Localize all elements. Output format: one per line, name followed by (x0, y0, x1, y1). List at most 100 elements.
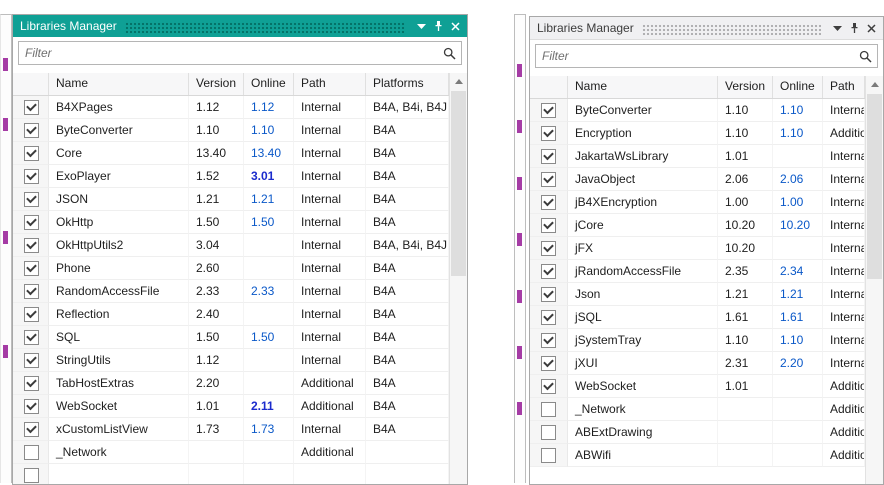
filter-input[interactable] (19, 42, 437, 64)
table-row[interactable]: ABExtDrawingAdditional (530, 421, 865, 444)
cell-online[interactable]: 1.10 (773, 122, 823, 145)
table-row[interactable]: jCore10.2010.20Internal (530, 214, 865, 237)
window-menu-button[interactable] (413, 18, 430, 34)
table-row[interactable]: RandomAccessFile2.332.33InternalB4A (13, 280, 449, 303)
table-row[interactable]: _NetworkAdditional (13, 441, 449, 464)
checkbox-checked[interactable] (24, 215, 39, 230)
table-row[interactable] (13, 464, 449, 484)
cell-online[interactable]: 1.61 (773, 306, 823, 329)
table-row[interactable]: Phone2.60InternalB4A (13, 257, 449, 280)
column-header-version[interactable]: Version (718, 76, 773, 98)
panel-titlebar[interactable]: Libraries Manager (530, 17, 883, 40)
cell-online[interactable]: 3.01 (244, 165, 294, 188)
table-row[interactable]: Reflection2.40InternalB4A (13, 303, 449, 326)
cell-online[interactable]: 1.21 (773, 283, 823, 306)
table-row[interactable]: JavaObject2.062.06Internal (530, 168, 865, 191)
cell-online[interactable]: 1.10 (773, 99, 823, 122)
cell-online[interactable]: 13.40 (244, 142, 294, 165)
checkbox-unchecked[interactable] (541, 448, 556, 463)
vertical-scrollbar[interactable] (865, 76, 883, 484)
table-row[interactable]: OkHttpUtils23.04InternalB4A, B4i, B4J (13, 234, 449, 257)
checkbox-checked[interactable] (541, 103, 556, 118)
table-row[interactable]: jSQL1.611.61Internal (530, 306, 865, 329)
cell-online[interactable]: 1.10 (244, 119, 294, 142)
pin-button[interactable] (846, 20, 863, 36)
checkbox-checked[interactable] (24, 100, 39, 115)
table-row[interactable]: Json1.211.21Internal (530, 283, 865, 306)
checkbox-checked[interactable] (541, 195, 556, 210)
table-row[interactable]: ByteConverter1.101.10InternalB4A (13, 119, 449, 142)
cell-online[interactable]: 2.20 (773, 352, 823, 375)
checkbox-checked[interactable] (541, 264, 556, 279)
cell-online[interactable]: 1.12 (244, 96, 294, 119)
table-row[interactable]: jSystemTray1.101.10Internal (530, 329, 865, 352)
table-row[interactable]: jB4XEncryption1.001.00Internal (530, 191, 865, 214)
table-row[interactable]: SQL1.501.50InternalB4A (13, 326, 449, 349)
search-icon[interactable] (437, 47, 461, 60)
checkbox-checked[interactable] (24, 422, 39, 437)
table-row[interactable]: OkHttp1.501.50InternalB4A (13, 211, 449, 234)
filter-input[interactable] (536, 45, 853, 67)
column-header-checkbox[interactable] (530, 76, 568, 98)
column-header-name[interactable]: Name (49, 73, 189, 95)
close-button[interactable] (447, 18, 464, 34)
checkbox-checked[interactable] (541, 149, 556, 164)
column-header-name[interactable]: Name (568, 76, 718, 98)
table-row[interactable]: Core13.4013.40InternalB4A (13, 142, 449, 165)
checkbox-checked[interactable] (24, 399, 39, 414)
table-row[interactable]: xCustomListView1.731.73InternalB4A (13, 418, 449, 441)
column-header-version[interactable]: Version (189, 73, 244, 95)
table-row[interactable]: WebSocket1.012.11AdditionalB4A (13, 395, 449, 418)
table-row[interactable]: StringUtils1.12InternalB4A (13, 349, 449, 372)
checkbox-checked[interactable] (541, 333, 556, 348)
table-row[interactable]: Encryption1.101.10Additional (530, 122, 865, 145)
pin-button[interactable] (430, 18, 447, 34)
column-header-checkbox[interactable] (13, 73, 49, 95)
cell-online[interactable]: 2.33 (244, 280, 294, 303)
table-row[interactable]: ABWifiAdditional (530, 444, 865, 467)
checkbox-checked[interactable] (541, 356, 556, 371)
cell-online[interactable]: 2.34 (773, 260, 823, 283)
cell-online[interactable]: 1.21 (244, 188, 294, 211)
column-header-path[interactable]: Path (294, 73, 366, 95)
column-header-path[interactable]: Path (823, 76, 865, 98)
table-row[interactable]: ExoPlayer1.523.01InternalB4A (13, 165, 449, 188)
cell-online[interactable]: 2.06 (773, 168, 823, 191)
cell-online[interactable]: 1.50 (244, 211, 294, 234)
table-row[interactable]: B4XPages1.121.12InternalB4A, B4i, B4J (13, 96, 449, 119)
cell-online[interactable]: 1.50 (244, 326, 294, 349)
checkbox-checked[interactable] (24, 376, 39, 391)
cell-online[interactable]: 10.20 (773, 214, 823, 237)
panel-titlebar[interactable]: Libraries Manager (13, 15, 467, 37)
checkbox-checked[interactable] (24, 123, 39, 138)
checkbox-checked[interactable] (24, 238, 39, 253)
cell-online[interactable]: 1.73 (244, 418, 294, 441)
checkbox-checked[interactable] (24, 261, 39, 276)
table-row[interactable]: WebSocket1.01Additional (530, 375, 865, 398)
checkbox-checked[interactable] (541, 218, 556, 233)
checkbox-unchecked[interactable] (24, 445, 39, 460)
checkbox-checked[interactable] (541, 287, 556, 302)
scroll-up-button[interactable] (450, 73, 467, 90)
checkbox-checked[interactable] (541, 241, 556, 256)
checkbox-checked[interactable] (541, 172, 556, 187)
column-header-platforms[interactable]: Platforms (366, 73, 449, 95)
vertical-scrollbar[interactable] (449, 73, 467, 484)
checkbox-unchecked[interactable] (541, 425, 556, 440)
table-row[interactable]: JSON1.211.21InternalB4A (13, 188, 449, 211)
cell-online[interactable]: 2.11 (244, 395, 294, 418)
checkbox-checked[interactable] (24, 353, 39, 368)
column-header-online[interactable]: Online (773, 76, 823, 98)
checkbox-checked[interactable] (24, 192, 39, 207)
checkbox-checked[interactable] (541, 310, 556, 325)
checkbox-checked[interactable] (24, 146, 39, 161)
table-row[interactable]: jRandomAccessFile2.352.34Internal (530, 260, 865, 283)
close-button[interactable] (863, 20, 880, 36)
table-row[interactable]: JakartaWsLibrary1.01Internal (530, 145, 865, 168)
checkbox-checked[interactable] (541, 126, 556, 141)
checkbox-checked[interactable] (24, 330, 39, 345)
checkbox-unchecked[interactable] (24, 468, 39, 483)
scrollbar-thumb[interactable] (867, 94, 882, 279)
table-row[interactable]: ByteConverter1.101.10Internal (530, 99, 865, 122)
checkbox-checked[interactable] (541, 379, 556, 394)
